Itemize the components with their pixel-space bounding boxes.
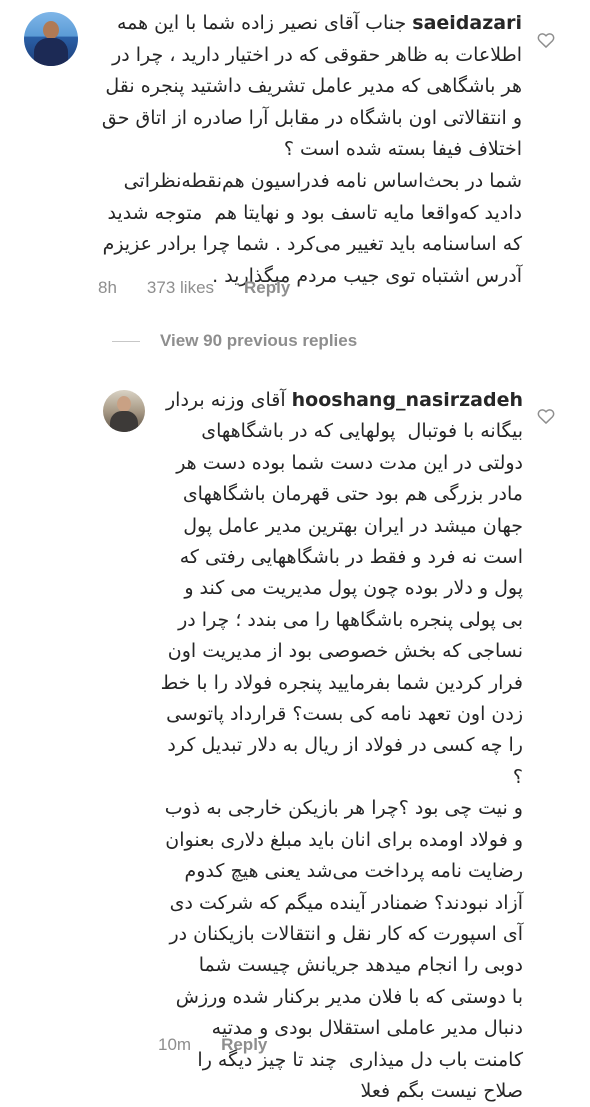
avatar-body [34,38,68,66]
comment-time: 10m [158,1035,192,1054]
comment-time: 8h [98,278,117,297]
comment-hooshang-nasirzadeh: hooshang_nasirzadeh آقای وزنه بردار بیگا… [0,372,590,1102]
view-replies-label: View 90 previous replies [160,331,358,350]
heart-icon[interactable] [536,30,556,50]
reply-button[interactable]: Reply [221,1035,267,1055]
divider-line [112,340,140,342]
avatar-head [43,21,59,39]
comment-body: آقای وزنه بردار بیگانه با فوتبال پولهایی… [160,389,523,1102]
username[interactable]: hooshang_nasirzadeh [292,389,523,411]
reply-button[interactable]: Reply [244,278,290,298]
comment-text: saeidazari جناب آقای نصیر زاده شما با ای… [98,8,522,292]
like-count[interactable]: 373 likes [147,278,214,298]
avatar[interactable] [103,390,145,432]
comment-meta: 10m Reply [158,1035,297,1055]
heart-icon[interactable] [536,406,556,426]
comment-body: جناب آقای نصیر زاده شما با این همه اطلاع… [101,12,522,287]
avatar[interactable] [24,12,78,66]
comment-saeidazari: saeidazari جناب آقای نصیر زاده شما با ای… [0,0,590,310]
avatar-head [117,396,131,412]
username[interactable]: saeidazari [412,12,522,34]
comment-meta: 8h 373 likes Reply [98,278,320,298]
comment-text: hooshang_nasirzadeh آقای وزنه بردار بیگا… [155,385,523,1107]
view-previous-replies-button[interactable]: View 90 previous replies [112,331,357,351]
avatar-body [110,411,138,432]
